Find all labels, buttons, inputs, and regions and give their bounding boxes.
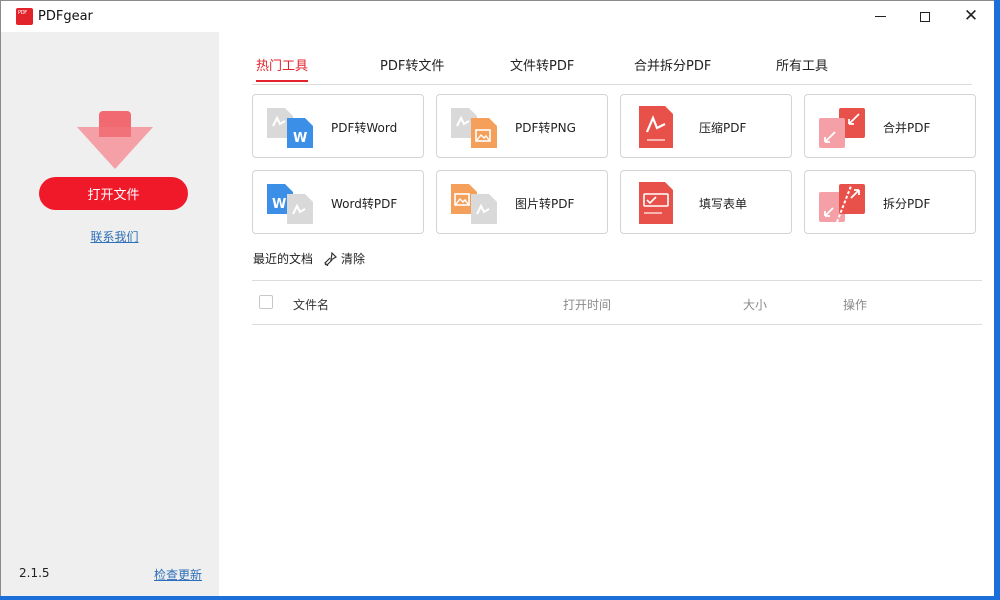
word-to-pdf-icon: W xyxy=(267,184,313,224)
tab-bar: 热门工具 PDF转文件 文件转PDF 合并拆分PDF 所有工具 xyxy=(252,52,972,85)
title-bar[interactable]: PDF PDFgear ✕ xyxy=(1,1,995,32)
app-logo-icon: PDF xyxy=(16,8,33,25)
column-file-name[interactable]: 文件名 xyxy=(293,296,329,313)
tool-card-word-to-pdf[interactable]: W Word转PDF xyxy=(252,170,424,234)
contact-us-link[interactable]: 联系我们 xyxy=(1,228,228,245)
image-to-pdf-icon xyxy=(451,184,497,224)
tool-card-image-to-pdf[interactable]: 图片转PDF xyxy=(436,170,608,234)
sidebar: 打开文件 联系我们 2.1.5 检查更新 xyxy=(1,32,219,596)
tool-label: 图片转PDF xyxy=(515,197,575,211)
compress-pdf-icon xyxy=(639,106,673,148)
tool-label: PDF转Word xyxy=(331,121,398,135)
recent-documents-title: 最近的文档 xyxy=(253,252,314,266)
version-label: 2.1.5 xyxy=(19,566,50,580)
clear-button[interactable]: 清除 xyxy=(341,250,365,267)
tab-pdf-to-file[interactable]: PDF转文件 xyxy=(380,55,444,80)
tool-label: 拆分PDF xyxy=(883,197,931,211)
column-size[interactable]: 大小 xyxy=(743,296,767,313)
minimize-icon xyxy=(874,16,886,17)
minimize-button[interactable] xyxy=(857,1,903,32)
tool-label: 压缩PDF xyxy=(699,121,747,135)
maximize-icon xyxy=(920,11,930,22)
recent-documents-header: 最近的文档 清除 xyxy=(253,250,365,267)
pdf-to-word-icon: W xyxy=(267,108,313,148)
tool-label: Word转PDF xyxy=(331,197,398,211)
tool-card-pdf-to-word[interactable]: W PDF转Word xyxy=(252,94,424,158)
split-pdf-icon xyxy=(819,184,865,223)
svg-text:W: W xyxy=(272,197,286,212)
merge-pdf-icon xyxy=(819,108,865,148)
tool-card-compress-pdf[interactable]: 压缩PDF xyxy=(620,94,792,158)
close-button[interactable]: ✕ xyxy=(948,1,994,32)
recent-list-header: 文件名 打开时间 大小 操作 xyxy=(252,281,982,325)
main-panel: 热门工具 PDF转文件 文件转PDF 合并拆分PDF 所有工具 W PDF转Wo… xyxy=(219,32,995,596)
tool-card-fill-form[interactable]: 填写表单 xyxy=(620,170,792,234)
column-open-time[interactable]: 打开时间 xyxy=(563,296,611,313)
pdf-to-png-icon xyxy=(451,108,497,148)
tab-popular-tools[interactable]: 热门工具 xyxy=(256,55,309,82)
fill-form-icon xyxy=(639,182,673,224)
check-update-link[interactable]: 检查更新 xyxy=(154,566,202,583)
tool-label: 填写表单 xyxy=(699,197,748,211)
maximize-button[interactable] xyxy=(902,1,948,32)
tool-label: PDF转PNG xyxy=(515,121,576,135)
tab-merge-split-pdf[interactable]: 合并拆分PDF xyxy=(634,55,711,80)
select-all-checkbox[interactable] xyxy=(259,295,273,309)
app-title: PDFgear xyxy=(38,9,93,24)
app-window: PDF PDFgear ✕ 打开文件 联系我们 2.1.5 检查更新 热门工具 … xyxy=(0,0,996,596)
tab-all-tools[interactable]: 所有工具 xyxy=(776,55,828,80)
close-icon: ✕ xyxy=(963,6,979,26)
broom-icon[interactable] xyxy=(323,251,337,266)
tool-card-pdf-to-png[interactable]: PDF转PNG xyxy=(436,94,608,158)
tool-card-split-pdf[interactable]: 拆分PDF xyxy=(804,170,976,234)
column-action: 操作 xyxy=(843,298,868,312)
svg-text:W: W xyxy=(293,131,307,146)
tab-file-to-pdf[interactable]: 文件转PDF xyxy=(510,55,574,80)
open-file-button[interactable]: 打开文件 xyxy=(39,177,188,210)
desktop-background xyxy=(994,0,1000,600)
tool-card-merge-pdf[interactable]: 合并PDF xyxy=(804,94,976,158)
tool-label: 合并PDF xyxy=(883,121,931,135)
